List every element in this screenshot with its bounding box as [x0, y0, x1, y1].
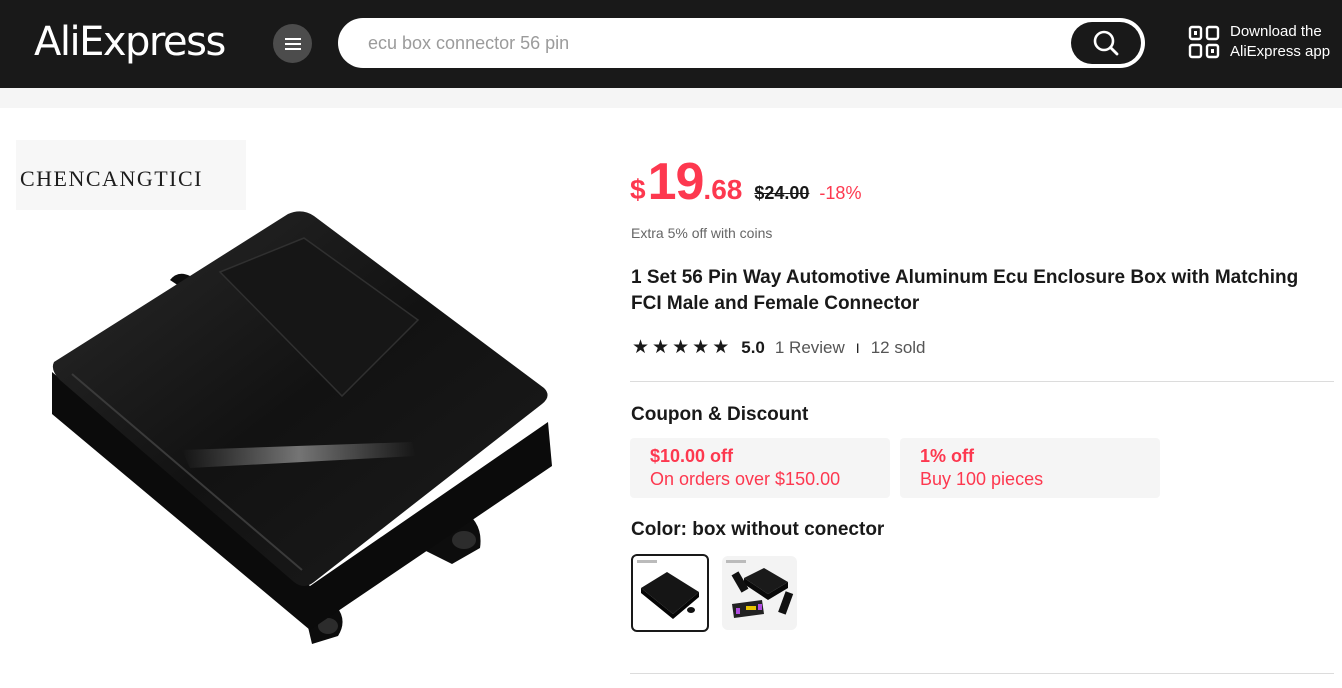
star-icon: ★ — [692, 337, 710, 358]
coupon-title: 1% off — [920, 446, 974, 466]
coins-discount-note: Extra 5% off with coins — [631, 225, 773, 241]
coupon-detail: On orders over $150.00 — [650, 469, 841, 489]
swatch-thumbnail — [637, 560, 699, 619]
product-main-image[interactable]: CHENCANGTICI — [12, 130, 592, 688]
hamburger-icon — [284, 37, 301, 50]
coupon-title: $10.00 off — [650, 446, 734, 466]
star-icon: ★ — [632, 337, 650, 358]
coupon-heading: Coupon & Discount — [631, 404, 809, 425]
sold-count: 12 sold — [870, 338, 926, 357]
price-integer: 19 — [647, 153, 705, 211]
brand-watermark: CHENCANGTICI — [20, 166, 203, 191]
ecu-box-image — [16, 140, 552, 644]
divider — [630, 381, 1334, 382]
rating-row: ★ ★ ★ ★ ★ 5.0 1 Review I 12 sold — [632, 336, 926, 360]
rating-score: 5.0 — [741, 338, 765, 357]
star-icon: ★ — [712, 337, 730, 358]
reviews-link[interactable]: 1 Review — [775, 338, 845, 358]
header-divider-band — [0, 88, 1342, 108]
divider — [630, 673, 1334, 674]
top-header: AliExpress Download the AliExpress — [0, 0, 1342, 88]
coupon-detail: Buy 100 pieces — [920, 469, 1044, 489]
coupon-card[interactable]: $10.00 off On orders over $150.00 — [630, 438, 890, 498]
aliexpress-logo[interactable]: AliExpress — [34, 16, 226, 68]
swatch-thumbnail — [726, 560, 794, 618]
rating-separator: I — [855, 340, 860, 356]
search-bar — [338, 18, 1145, 68]
price-row: $ 19 .68 $24.00 -18% — [630, 152, 861, 218]
search-button[interactable] — [1071, 22, 1141, 64]
color-option-box-with-connector[interactable] — [722, 556, 797, 630]
original-price: $24.00 — [754, 183, 810, 203]
price-decimal: .68 — [703, 174, 743, 205]
qr-code-icon — [1188, 25, 1220, 59]
app-download-line2: AliExpress app — [1230, 43, 1331, 60]
menu-button[interactable] — [273, 24, 312, 63]
download-app-link[interactable]: Download the AliExpress app — [1188, 20, 1338, 64]
search-input[interactable] — [368, 27, 1068, 59]
star-icon: ★ — [672, 337, 690, 358]
color-heading: Color: box without conector — [631, 519, 885, 540]
color-option-box-without-connector[interactable] — [631, 554, 709, 632]
app-download-line1: Download the — [1230, 23, 1322, 40]
search-icon — [1093, 30, 1119, 56]
product-title: 1 Set 56 Pin Way Automotive Aluminum Ecu… — [631, 267, 1299, 314]
star-rating: ★ ★ ★ ★ ★ — [632, 338, 729, 358]
discount-percent: -18% — [819, 183, 862, 203]
price-currency: $ — [630, 174, 646, 205]
star-icon: ★ — [652, 337, 670, 358]
coupon-card[interactable]: 1% off Buy 100 pieces — [900, 438, 1160, 498]
